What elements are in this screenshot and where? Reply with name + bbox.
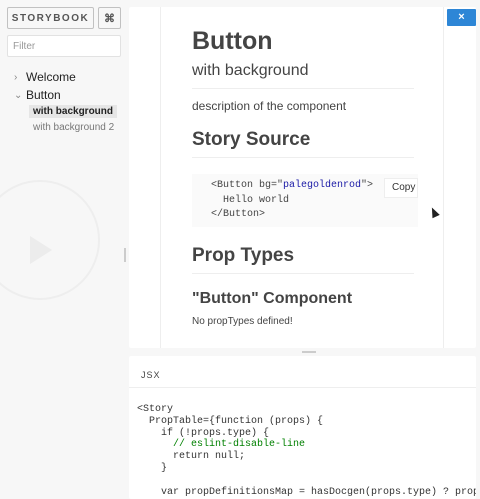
tree-item-welcome[interactable]: › Welcome [14, 70, 76, 84]
play-icon [30, 236, 52, 264]
page-subtitle: with background [192, 62, 414, 89]
prop-types-heading: Prop Types [192, 245, 414, 274]
tree-item-button[interactable]: ⌄ Button [14, 88, 61, 102]
story-with-background-2[interactable]: with background 2 [29, 121, 118, 134]
code-line: if (!props.type) { [137, 427, 270, 439]
storybook-title-button[interactable]: STORYBOOK [7, 7, 94, 29]
code-line: PropTable={function (props) { [137, 415, 324, 427]
code-line: return null; [137, 451, 246, 463]
no-prop-types-text: No propTypes defined! [192, 316, 293, 327]
code-line: </Button> [211, 209, 266, 220]
info-panel: Button with background description of th… [160, 7, 444, 348]
component-heading: "Button" Component [192, 290, 353, 307]
shortcuts-button[interactable]: ⌘ [98, 7, 121, 29]
story-with-background[interactable]: with background [29, 105, 117, 118]
code-open-tag-end: "> [361, 180, 374, 191]
code-line: } [137, 462, 168, 474]
preview-frame: Button with background description of th… [129, 7, 476, 348]
vertical-resize-handle[interactable] [124, 248, 126, 262]
jsx-code-block: <Story PropTable={function (props) { if … [137, 404, 476, 498]
story-source-code: <Button bg="palegoldenrod"> Hello world … [192, 174, 418, 227]
addon-panel: JSX <Story PropTable={function (props) {… [129, 356, 476, 499]
chevron-right-icon: › [14, 71, 18, 83]
code-line: <Story [137, 404, 174, 415]
panel-divider [129, 387, 476, 388]
component-description: description of the component [192, 99, 347, 113]
chevron-down-icon: ⌄ [14, 89, 23, 101]
page-title: Button [192, 27, 273, 55]
tree-item-label: Welcome [26, 70, 76, 84]
code-attr-value: palegoldenrod [283, 180, 362, 191]
code-open-tag: <Button bg=" [211, 180, 284, 191]
story-source-heading: Story Source [192, 129, 414, 158]
sidebar: STORYBOOK ⌘ › Welcome ⌄ Button with back… [0, 0, 124, 499]
copy-button[interactable]: Copy [384, 178, 418, 198]
code-line: // eslint-disable-line [137, 439, 306, 451]
filter-input[interactable] [7, 35, 121, 57]
horizontal-resize-handle[interactable] [302, 351, 316, 353]
code-line: var propDefinitionsMap = hasDocgen(props… [137, 486, 476, 498]
tab-jsx[interactable]: JSX [141, 370, 161, 380]
tree-item-label: Button [26, 88, 61, 102]
close-button[interactable]: × [447, 9, 476, 26]
